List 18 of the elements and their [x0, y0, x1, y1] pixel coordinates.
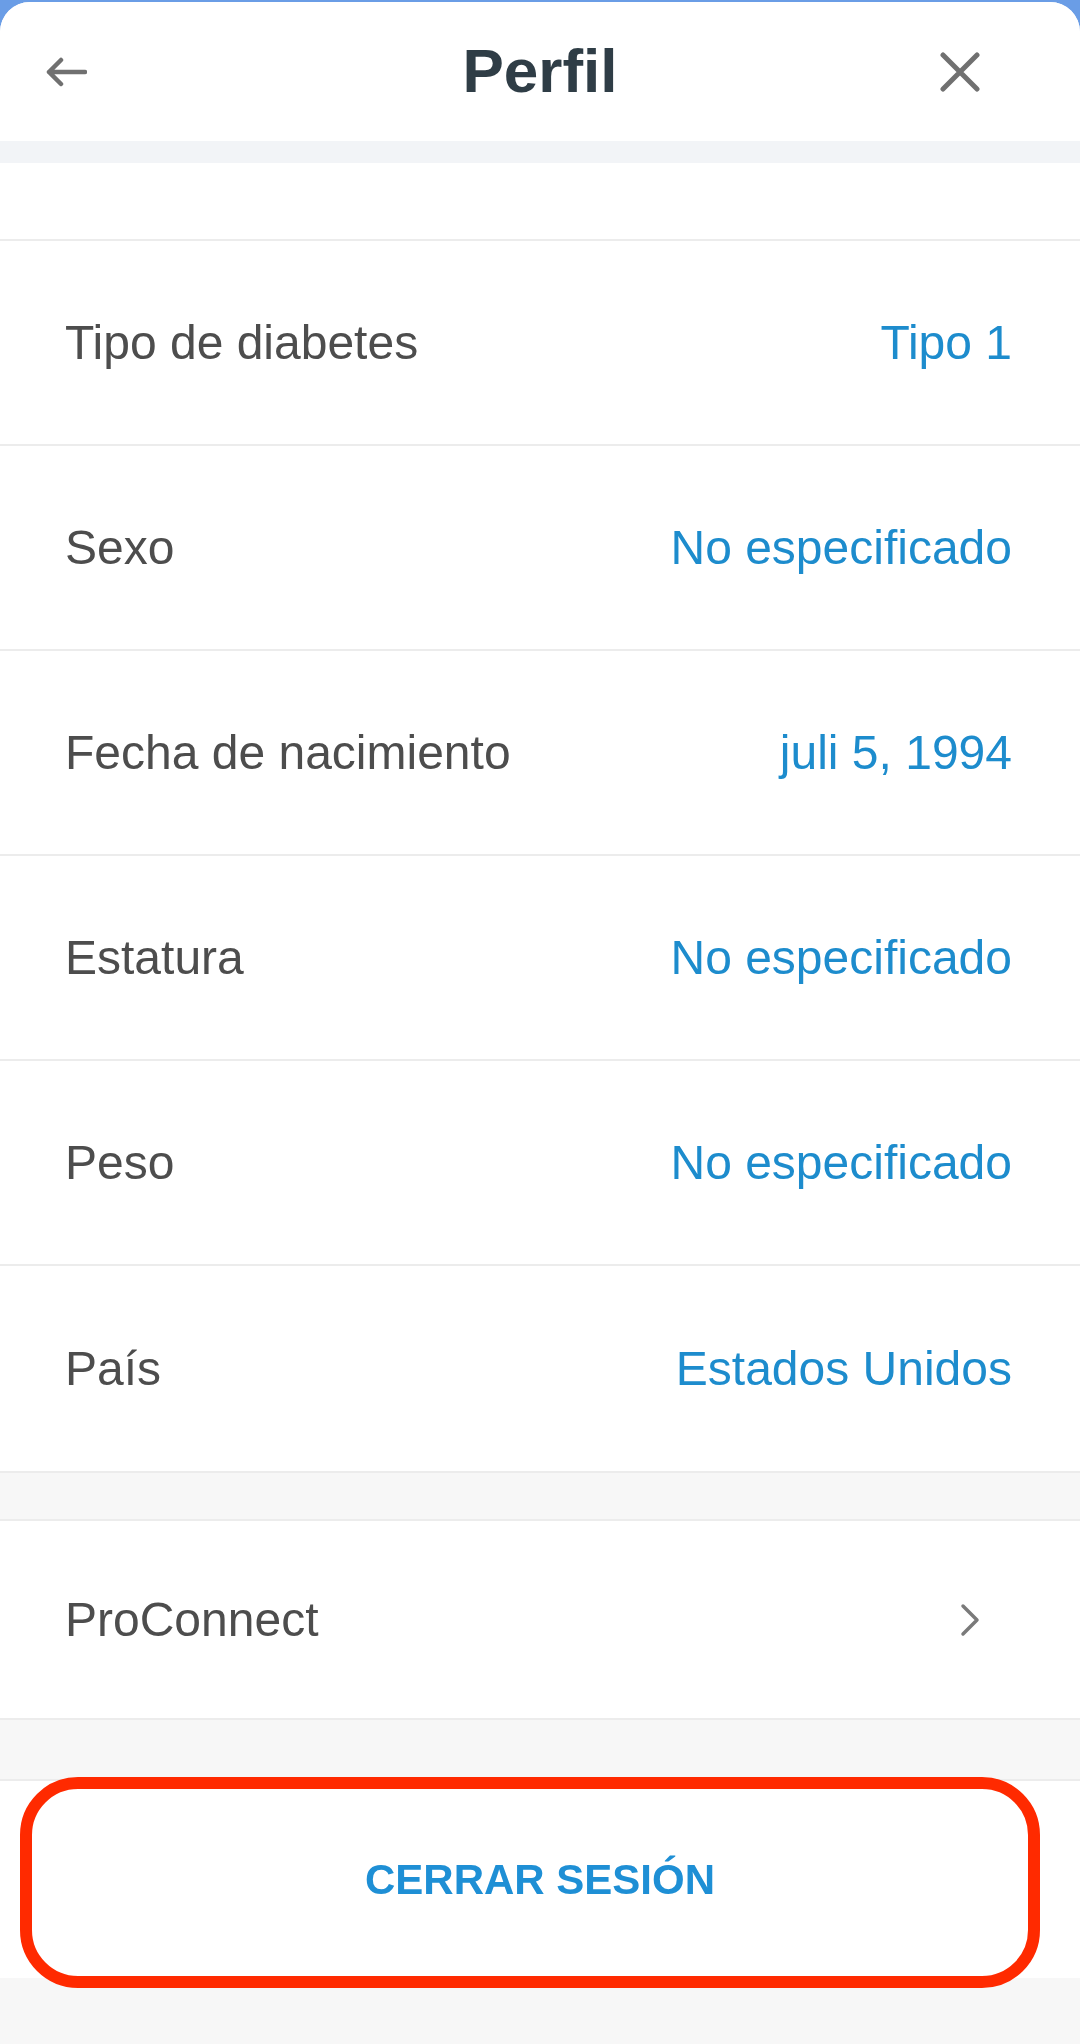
field-label: Peso: [65, 1135, 175, 1190]
field-label: Fecha de nacimiento: [65, 725, 511, 780]
field-value[interactable]: juli 5, 1994: [779, 725, 1012, 780]
field-value[interactable]: Tipo 1: [880, 315, 1012, 370]
chevron-right-icon: [960, 1602, 980, 1637]
field-label: País: [65, 1341, 162, 1396]
field-value[interactable]: Estados Unidos: [675, 1341, 1012, 1396]
back-arrow-icon[interactable]: [45, 56, 87, 87]
header-title: Perfil: [462, 37, 618, 106]
field-value[interactable]: No especificado: [670, 1135, 1012, 1190]
menu-item[interactable]: ProConnect: [0, 1521, 1080, 1718]
close-icon[interactable]: [940, 51, 980, 92]
field-label: Tipo de diabetes: [65, 315, 419, 370]
field-label: Sexo: [65, 520, 175, 575]
field-value[interactable]: No especificado: [670, 520, 1012, 575]
field-value[interactable]: No especificado: [670, 930, 1012, 985]
logout-button[interactable]: CERRAR SESIÓN: [0, 1781, 1080, 1978]
field-label: Estatura: [65, 930, 244, 985]
